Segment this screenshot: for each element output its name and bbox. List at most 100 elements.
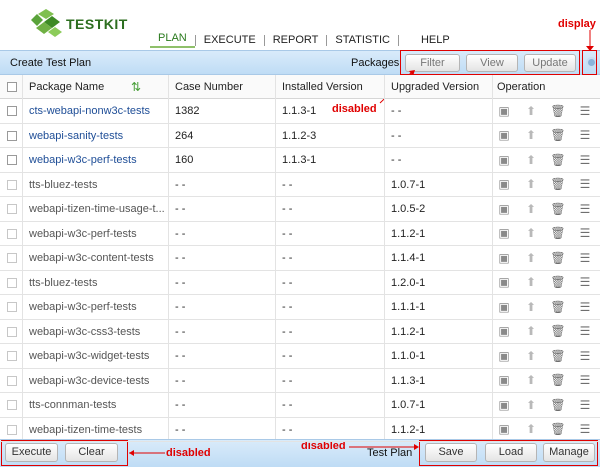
package-icon[interactable]: ▣ <box>496 349 512 363</box>
package-icon[interactable]: ▣ <box>496 422 512 436</box>
row-checkbox[interactable] <box>7 400 17 410</box>
trash-icon[interactable]: 🗑 <box>550 324 566 338</box>
list-details-icon[interactable]: ☰ <box>577 104 593 118</box>
list-details-icon[interactable]: ☰ <box>577 251 593 265</box>
upgrade-arrow-icon[interactable]: ⬆ <box>523 275 539 289</box>
trash-icon[interactable]: 🗑 <box>550 300 566 314</box>
row-checkbox[interactable] <box>7 253 17 263</box>
table-row[interactable]: tts-bluez-tests - - - - 1.0.7-1 ▣ ⬆ 🗑 ☰ <box>0 173 600 197</box>
table-row[interactable]: webapi-sanity-tests 264 1.1.2-3 - - ▣ ⬆ 🗑 ☰ <box>0 124 600 148</box>
list-details-icon[interactable]: ☰ <box>577 202 593 216</box>
trash-icon[interactable]: 🗑 <box>550 104 566 118</box>
list-details-icon[interactable]: ☰ <box>577 398 593 412</box>
trash-icon[interactable]: 🗑 <box>550 177 566 191</box>
table-row[interactable]: webapi-tizen-time-usage-t... - - - - 1.0.5-… <box>0 197 600 222</box>
package-icon[interactable]: ▣ <box>496 128 512 142</box>
package-name[interactable]: webapi-w3c-perf-tests <box>24 148 170 172</box>
package-icon[interactable]: ▣ <box>496 153 512 167</box>
upgrade-arrow-icon[interactable]: ⬆ <box>523 251 539 265</box>
package-icon[interactable]: ▣ <box>496 104 512 118</box>
package-name[interactable]: tts-bluez-tests <box>24 173 170 197</box>
list-details-icon[interactable]: ☰ <box>577 349 593 363</box>
upgrade-arrow-icon[interactable]: ⬆ <box>523 300 539 314</box>
nav-statistic[interactable]: STATISTIC <box>327 34 398 46</box>
list-details-icon[interactable]: ☰ <box>577 128 593 142</box>
package-name[interactable]: webapi-tizen-time-tests <box>24 418 170 442</box>
row-checkbox[interactable] <box>7 155 17 165</box>
trash-icon[interactable]: 🗑 <box>550 349 566 363</box>
package-name[interactable]: webapi-w3c-perf-tests <box>24 295 170 319</box>
upgrade-arrow-icon[interactable]: ⬆ <box>523 153 539 167</box>
table-row[interactable]: webapi-w3c-perf-tests - - - - 1.1.1-1 ▣ ⬆ 🗑 ☰ <box>0 295 600 320</box>
package-icon[interactable]: ▣ <box>496 324 512 338</box>
nav-execute[interactable]: EXECUTE <box>196 34 264 46</box>
table-row[interactable]: webapi-tizen-time-tests - - - - 1.1.2-1 ▣ ⬆ 🗑 ☰ <box>0 418 600 442</box>
table-row[interactable]: webapi-w3c-device-tests - - - - 1.1.3-1 ▣ ⬆ 🗑 ☰ <box>0 369 600 393</box>
trash-icon[interactable]: 🗑 <box>550 275 566 289</box>
row-checkbox[interactable] <box>7 204 17 214</box>
table-row[interactable]: cts-webapi-nonw3c-tests 1382 1.1.3-1 - - ▣ ⬆ 🗑… <box>0 99 600 124</box>
sort-icon[interactable]: ⇅ <box>131 75 141 99</box>
package-name[interactable]: cts-webapi-nonw3c-tests <box>24 99 170 123</box>
trash-icon[interactable]: 🗑 <box>550 373 566 387</box>
list-details-icon[interactable]: ☰ <box>577 373 593 387</box>
row-checkbox[interactable] <box>7 277 17 288</box>
select-all-checkbox[interactable] <box>7 82 17 92</box>
trash-icon[interactable]: 🗑 <box>550 153 566 167</box>
table-row[interactable]: webapi-w3c-perf-tests - - - - 1.1.2-1 ▣ ⬆ 🗑 ☰ <box>0 222 600 246</box>
row-checkbox[interactable] <box>7 228 17 239</box>
package-name[interactable]: webapi-sanity-tests <box>24 124 170 148</box>
trash-icon[interactable]: 🗑 <box>550 128 566 142</box>
nav-report[interactable]: REPORT <box>265 34 327 46</box>
row-checkbox[interactable] <box>7 130 17 141</box>
upgrade-arrow-icon[interactable]: ⬆ <box>523 226 539 240</box>
package-name[interactable]: webapi-w3c-widget-tests <box>24 344 170 368</box>
table-row[interactable]: tts-bluez-tests - - - - 1.2.0-1 ▣ ⬆ 🗑 ☰ <box>0 271 600 295</box>
trash-icon[interactable]: 🗑 <box>550 251 566 265</box>
upgrade-arrow-icon[interactable]: ⬆ <box>523 422 539 436</box>
package-icon[interactable]: ▣ <box>496 226 512 240</box>
row-checkbox[interactable] <box>7 106 17 116</box>
package-icon[interactable]: ▣ <box>496 202 512 216</box>
trash-icon[interactable]: 🗑 <box>550 202 566 216</box>
package-icon[interactable]: ▣ <box>496 275 512 289</box>
package-name[interactable]: tts-connman-tests <box>24 393 170 417</box>
list-details-icon[interactable]: ☰ <box>577 226 593 240</box>
list-details-icon[interactable]: ☰ <box>577 153 593 167</box>
nav-plan[interactable]: PLAN <box>150 32 195 48</box>
row-checkbox[interactable] <box>7 424 17 435</box>
package-icon[interactable]: ▣ <box>496 251 512 265</box>
list-details-icon[interactable]: ☰ <box>577 300 593 314</box>
trash-icon[interactable]: 🗑 <box>550 398 566 412</box>
row-checkbox[interactable] <box>7 351 17 361</box>
trash-icon[interactable]: 🗑 <box>550 226 566 240</box>
package-name[interactable]: webapi-w3c-content-tests <box>24 246 170 270</box>
upgrade-arrow-icon[interactable]: ⬆ <box>523 202 539 216</box>
upgrade-arrow-icon[interactable]: ⬆ <box>523 398 539 412</box>
table-row[interactable]: webapi-w3c-content-tests - - - - 1.1.4-1 ▣ ⬆ 🗑… <box>0 246 600 271</box>
package-icon[interactable]: ▣ <box>496 398 512 412</box>
package-name[interactable]: webapi-w3c-perf-tests <box>24 222 170 246</box>
package-name[interactable]: tts-bluez-tests <box>24 271 170 295</box>
nav-help[interactable]: HELP <box>399 34 458 46</box>
upgrade-arrow-icon[interactable]: ⬆ <box>523 324 539 338</box>
row-checkbox[interactable] <box>7 179 17 190</box>
header-package-name[interactable]: Package Name <box>24 75 170 98</box>
upgrade-arrow-icon[interactable]: ⬆ <box>523 373 539 387</box>
package-icon[interactable]: ▣ <box>496 373 512 387</box>
table-row[interactable]: tts-connman-tests - - - - 1.0.7-1 ▣ ⬆ 🗑 ☰ <box>0 393 600 418</box>
package-name[interactable]: webapi-tizen-time-usage-t... <box>24 197 170 221</box>
trash-icon[interactable]: 🗑 <box>550 422 566 436</box>
list-details-icon[interactable]: ☰ <box>577 422 593 436</box>
upgrade-arrow-icon[interactable]: ⬆ <box>523 104 539 118</box>
row-checkbox[interactable] <box>7 302 17 312</box>
package-name[interactable]: webapi-w3c-css3-tests <box>24 320 170 344</box>
table-row[interactable]: webapi-w3c-perf-tests 160 1.1.3-1 - - ▣ ⬆ 🗑 ☰ <box>0 148 600 173</box>
list-details-icon[interactable]: ☰ <box>577 275 593 289</box>
row-checkbox[interactable] <box>7 375 17 386</box>
list-details-icon[interactable]: ☰ <box>577 177 593 191</box>
upgrade-arrow-icon[interactable]: ⬆ <box>523 128 539 142</box>
row-checkbox[interactable] <box>7 326 17 337</box>
upgrade-arrow-icon[interactable]: ⬆ <box>523 349 539 363</box>
list-details-icon[interactable]: ☰ <box>577 324 593 338</box>
